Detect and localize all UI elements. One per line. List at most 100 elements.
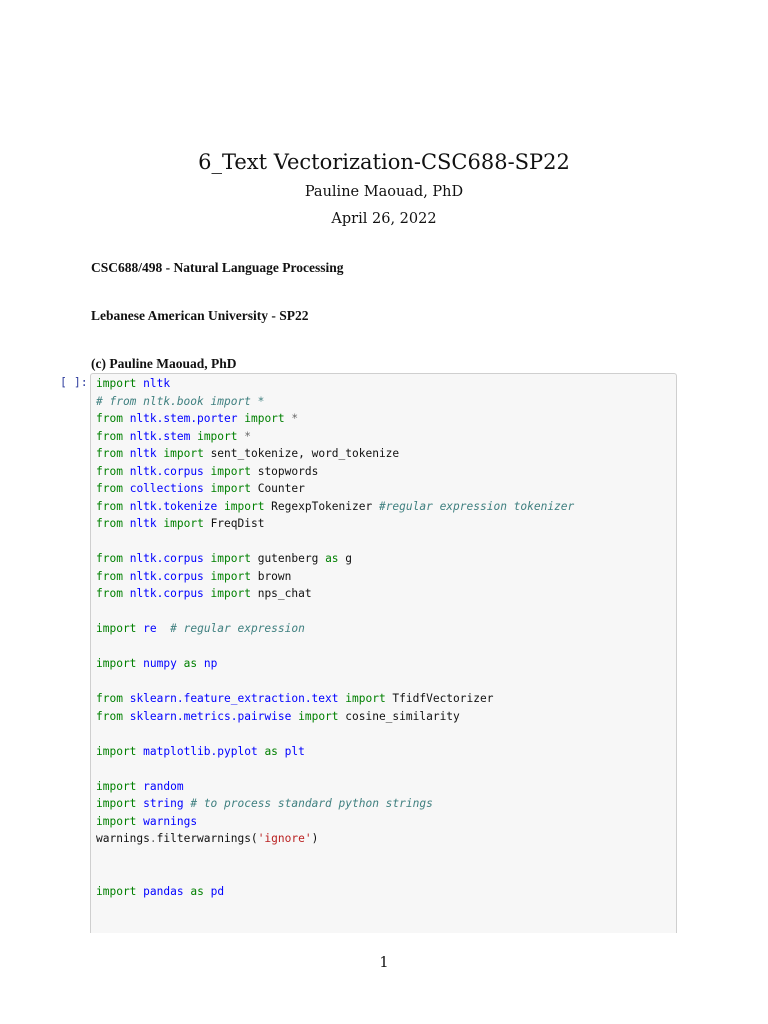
code-token: import [210,482,251,495]
code-token: import [210,464,251,478]
code-line: import matplotlib.pyplot as plt [96,743,676,761]
code-line: import numpy as np [96,655,676,673]
cell-prompt: [ ]: [60,375,88,389]
code-token: random [143,779,184,793]
code-line: from nltk.stem import * [96,428,676,446]
code-line: from nltk.corpus import gutenberg as g [96,550,676,568]
code-token: import [96,377,137,390]
code-token: nltk [129,447,157,460]
document-date: April 26, 2022 [331,211,437,227]
document-title: 6_Text Vectorization-CSC688-SP22 [198,150,570,174]
code-line: from nltk import FreqDist [96,515,676,533]
code-token: nltk.corpus [129,552,204,565]
code-token: as [325,552,339,565]
code-line: from nltk.stem.porter import * [96,410,676,428]
code-token: from [96,447,123,460]
code-line: import string # to process standard pyth… [96,795,676,813]
code-line: import random [96,778,676,796]
code-token: import [163,517,204,530]
code-token: filterwarnings( [156,832,258,845]
code-token: plt [284,744,305,758]
code-token: from [96,429,123,443]
code-line: from sklearn.feature_extraction.text imp… [96,690,676,708]
code-token: import [96,657,137,670]
code-token: import [210,552,251,565]
code-token: nltk.tokenize [129,499,218,513]
heading-course: CSC688/498 - Natural Language Processing [91,260,344,275]
code-token: RegexpTokenizer [264,499,379,513]
code-token: from [96,552,123,565]
code-token: stopwords [250,464,319,478]
code-token: . [149,832,157,845]
code-token: import [345,692,386,705]
code-token: nltk.corpus [129,587,204,600]
code-token: sent_tokenize, word_tokenize [203,447,400,460]
code-token: * [291,412,299,425]
code-token: import [163,447,204,460]
code-line: from nltk.corpus import nps_chat [96,585,676,603]
code-token: as [183,657,198,670]
code-token: np [203,657,218,670]
code-token: warnings [143,814,198,828]
code-token: import [298,709,339,723]
code-token: from [96,499,123,513]
code-token: from [96,482,123,495]
code-token: FreqDist [203,517,265,530]
code-token: numpy [143,657,177,670]
code-token: brown [250,569,292,583]
code-token: # from nltk.book import * [96,394,265,408]
heading-copyright: (c) Pauline Maouad, PhD [91,356,237,371]
code-token: import [96,779,137,793]
code-token: from [96,587,123,600]
code-token: from [96,412,123,425]
code-line: from nltk.tokenize import RegexpTokenize… [96,498,676,516]
code-token: # regular expression [170,622,305,635]
code-token: nltk.corpus [129,569,204,583]
code-token: as [190,884,204,898]
code-token: import [224,499,265,513]
document-author: Pauline Maouad, PhD [304,184,464,200]
code-token: ) [311,832,319,845]
code-line: from sklearn.metrics.pairwise import cos… [96,708,676,726]
code-line: warnings.filterwarnings('ignore') [96,830,676,848]
code-token: TfidfVectorizer [385,692,494,705]
code-line: from nltk.corpus import brown [96,568,676,586]
code-line: from nltk import sent_tokenize, word_tok… [96,445,676,463]
code-token: nltk [143,377,171,390]
code-token: sklearn.metrics.pairwise [129,709,292,723]
code-token: import [210,569,251,583]
code-token: Counter [250,482,305,495]
heading-university: Lebanese American University - SP22 [91,308,309,323]
code-cell[interactable]: import nltk # from nltk.book import * from… [90,373,677,933]
code-line: import warnings [96,813,676,831]
code-token: 'ignore' [257,832,312,845]
code-token: cosine_similarity [338,709,460,723]
code-token: matplotlib.pyplot [143,744,258,758]
code-line: # from nltk.book import * [96,393,676,411]
code-token: nltk [129,517,157,530]
code-token: import [197,429,238,443]
code-token: from [96,692,123,705]
